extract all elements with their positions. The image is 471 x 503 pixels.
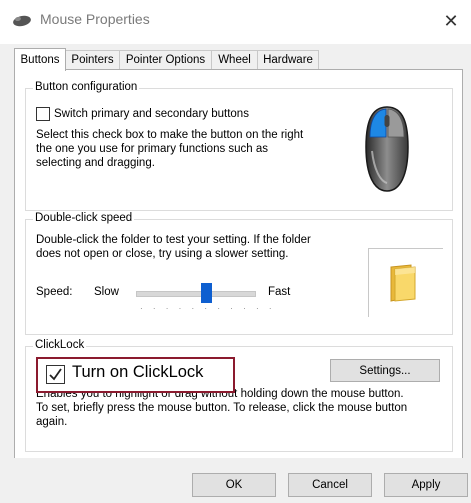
group-legend: Button configuration — [33, 81, 140, 93]
folder-icon — [390, 264, 416, 302]
group-legend: Double-click speed — [33, 212, 135, 224]
tab-panel-buttons: Button configuration Switch primary and … — [14, 69, 463, 460]
clicklock-label[interactable]: Turn on ClickLock — [72, 363, 203, 382]
checkmark-icon — [49, 368, 62, 381]
tab-label: Pointer Options — [125, 54, 206, 66]
fast-label: Fast — [268, 286, 291, 298]
button-label: Settings... — [359, 364, 411, 377]
double-click-description-line: Double-click the folder to test your set… — [36, 234, 311, 246]
button-configuration-group: Button configuration Switch primary and … — [25, 81, 453, 211]
close-button[interactable]: ✕ — [431, 6, 471, 36]
close-icon: ✕ — [443, 10, 459, 31]
ok-button[interactable]: OK — [192, 473, 276, 497]
button-label: Cancel — [312, 479, 348, 491]
tab-pointers[interactable]: Pointers — [65, 50, 120, 70]
cancel-button[interactable]: Cancel — [288, 473, 372, 497]
clicklock-description-line: again. — [36, 416, 68, 428]
tab-pointer-options[interactable]: Pointer Options — [119, 50, 212, 70]
double-click-speed-slider[interactable] — [136, 291, 256, 297]
window-title: Mouse Properties — [40, 11, 150, 27]
apply-button[interactable]: Apply — [384, 473, 468, 497]
button-label: Apply — [411, 479, 441, 491]
clicklock-description-line: To set, briefly press the mouse button. … — [36, 402, 408, 414]
slider-ticks: · · · · · · · · · · · — [140, 304, 276, 313]
button-config-description-line: the one you use for primary functions su… — [36, 143, 269, 155]
mouse-illustration — [365, 106, 409, 192]
button-config-description-line: Select this check box to make the button… — [36, 129, 304, 141]
clicklock-checkbox[interactable] — [46, 365, 65, 384]
test-folder-area[interactable] — [368, 248, 443, 317]
title-bar: Mouse Properties ✕ — [0, 0, 471, 44]
group-legend: ClickLock — [33, 339, 87, 351]
clicklock-group: ClickLock Enables you to highlight or dr… — [25, 339, 453, 452]
button-config-description-line: selecting and dragging. — [36, 157, 155, 169]
mouse-icon — [13, 15, 31, 27]
dialog-footer: OK Cancel Apply — [0, 458, 471, 503]
speed-label: Speed: — [36, 286, 73, 298]
double-click-description-line: does not open or close, try using a slow… — [36, 248, 289, 260]
tab-buttons[interactable]: Buttons — [14, 48, 66, 71]
clicklock-highlight: Turn on ClickLock — [36, 357, 235, 393]
tab-label: Pointers — [71, 54, 114, 66]
slow-label: Slow — [94, 286, 119, 298]
double-click-speed-thumb[interactable] — [201, 283, 213, 303]
switch-buttons-checkbox[interactable] — [36, 107, 50, 121]
double-click-speed-group: Double-click speed Double-click the fold… — [25, 212, 453, 335]
tab-label: Hardware — [263, 54, 313, 66]
tab-wheel[interactable]: Wheel — [211, 50, 258, 70]
tab-hardware[interactable]: Hardware — [257, 50, 319, 70]
tab-label: Wheel — [218, 54, 251, 66]
switch-buttons-label[interactable]: Switch primary and secondary buttons — [54, 107, 249, 121]
clicklock-settings-button[interactable]: Settings... — [330, 359, 440, 382]
button-label: OK — [225, 479, 243, 491]
tab-label: Buttons — [20, 54, 60, 66]
